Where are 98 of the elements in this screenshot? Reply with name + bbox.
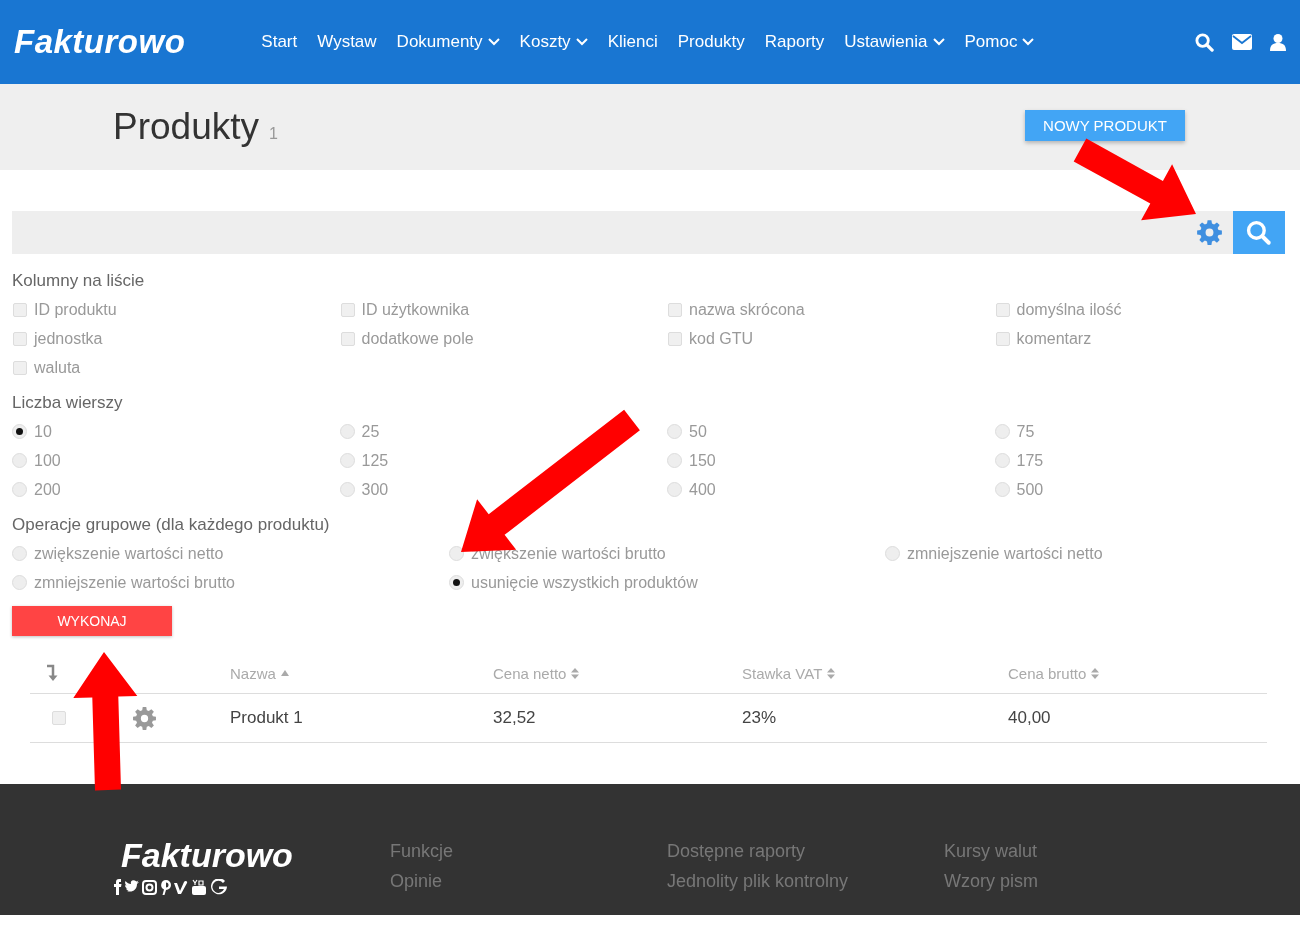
sort-icon[interactable] [280,670,289,676]
option-label: 300 [361,480,389,499]
option-label: 50 [689,422,707,441]
radio-button[interactable] [12,482,27,497]
option-label: 200 [34,480,61,499]
checkbox[interactable] [668,302,682,317]
checkbox[interactable] [13,360,27,375]
nav-link[interactable]: Wystaw [317,32,377,52]
nav-link[interactable]: Produkty [677,32,745,52]
search-icon[interactable] [1195,32,1214,52]
radio-button[interactable] [339,424,355,439]
checkbox[interactable] [13,331,27,346]
sort-icon[interactable] [1091,667,1100,679]
option-label: kod GTU [689,329,753,348]
table-cell: 40,00 [1008,708,1051,728]
option-label: usunięcie wszystkich produktów [471,573,698,592]
search-icon [1246,219,1272,246]
option-label: jednostka [34,329,103,348]
nav-link[interactable]: Start [261,32,298,52]
search-bar[interactable] [12,211,1285,254]
nav-link[interactable]: Pomoc [964,32,1035,52]
radio-button[interactable] [12,546,27,561]
logo[interactable]: Fakturowo [14,23,186,61]
radio-button[interactable] [449,546,464,561]
table-cell: 32,52 [493,708,536,728]
option-label: zmniejszenie wartości netto [907,544,1103,563]
execute-button[interactable]: WYKONAJ [12,606,172,636]
option-label: 25 [361,422,380,441]
option-label: komentarz [1016,329,1092,348]
footer-link[interactable]: Dostępne raporty [667,836,944,866]
radio-button[interactable] [12,424,27,439]
search-button[interactable] [1233,211,1285,254]
radio-button[interactable] [12,575,27,590]
footer-link[interactable]: Kursy walut [944,836,1221,866]
checkbox[interactable] [995,302,1010,317]
radio-button[interactable] [339,482,355,497]
column-header[interactable]: Stawka VAT [742,664,823,682]
product-count: 1 [269,125,278,143]
option-label: domyślna ilość [1016,300,1122,319]
option-label: 150 [689,451,716,470]
option-label: 10 [34,422,52,441]
table-cell: 23% [742,708,777,728]
option-label: dodatkowe pole [361,329,474,348]
column-header[interactable]: Nazwa [230,664,276,682]
radio-button[interactable] [339,453,355,468]
section-heading: Kolumny na liście [12,270,146,292]
radio-button[interactable] [994,453,1010,468]
user-icon[interactable] [1270,33,1286,51]
footer-link[interactable]: Opinie [390,866,667,896]
option-label: 100 [34,451,61,470]
option-label: 175 [1016,451,1044,470]
option-label: 400 [689,480,716,499]
radio-button[interactable] [667,482,682,497]
option-label: zwiększenie wartości netto [34,544,224,563]
radio-button[interactable] [667,453,682,468]
option-label: nazwa skrócona [689,300,805,319]
nav-link[interactable]: Koszty [519,32,588,52]
table-cell: Produkt 1 [230,708,303,728]
option-label: zmniejszenie wartości brutto [34,573,235,592]
radio-button[interactable] [449,575,464,590]
settings-icon[interactable] [1196,219,1223,246]
checkbox[interactable] [340,302,355,317]
gear-icon[interactable] [132,705,157,731]
radio-button[interactable] [12,453,27,468]
footer-link[interactable]: Wzory pism [944,866,1221,896]
option-label: waluta [34,358,81,377]
new-product-button[interactable]: NOWY PRODUKT [1025,109,1185,141]
row-checkbox[interactable] [52,711,66,725]
option-label: 125 [361,451,389,470]
nav-link[interactable]: Ustawienia [844,32,945,52]
option-label: 500 [1016,480,1044,499]
sort-icon[interactable] [571,667,580,679]
sort-icon[interactable] [827,667,836,679]
nav-link[interactable]: Raporty [764,32,825,52]
section-heading: Liczba wierszy [12,392,124,414]
radio-button[interactable] [994,424,1010,439]
option-label: 75 [1016,422,1035,441]
nav-link[interactable]: Klienci [607,32,658,52]
option-label: zwiększenie wartości brutto [471,544,666,563]
checkbox[interactable] [668,331,682,346]
radio-button[interactable] [994,482,1010,497]
radio-button[interactable] [667,424,682,439]
arrow-icon[interactable] [46,664,58,682]
footer-link[interactable]: Jednolity plik kontrolny [667,866,944,896]
footer-link[interactable]: Funkcje [390,836,667,866]
checkbox[interactable] [13,302,27,317]
page-title: Produkty [113,106,259,148]
radio-button[interactable] [885,546,900,561]
section-heading: Operacje grupowe (dla każdego produktu) [12,514,331,536]
checkbox[interactable] [995,331,1010,346]
column-header[interactable]: Cena brutto [1008,664,1087,682]
checkbox[interactable] [340,331,355,346]
footer-logo[interactable]: Fakturowo [121,836,390,875]
envelope-icon[interactable] [1232,34,1252,50]
option-label: ID użytkownika [361,300,470,319]
option-label: ID produktu [34,300,117,319]
nav-link[interactable]: Dokumenty [396,32,500,52]
column-header[interactable]: Cena netto [493,664,567,682]
